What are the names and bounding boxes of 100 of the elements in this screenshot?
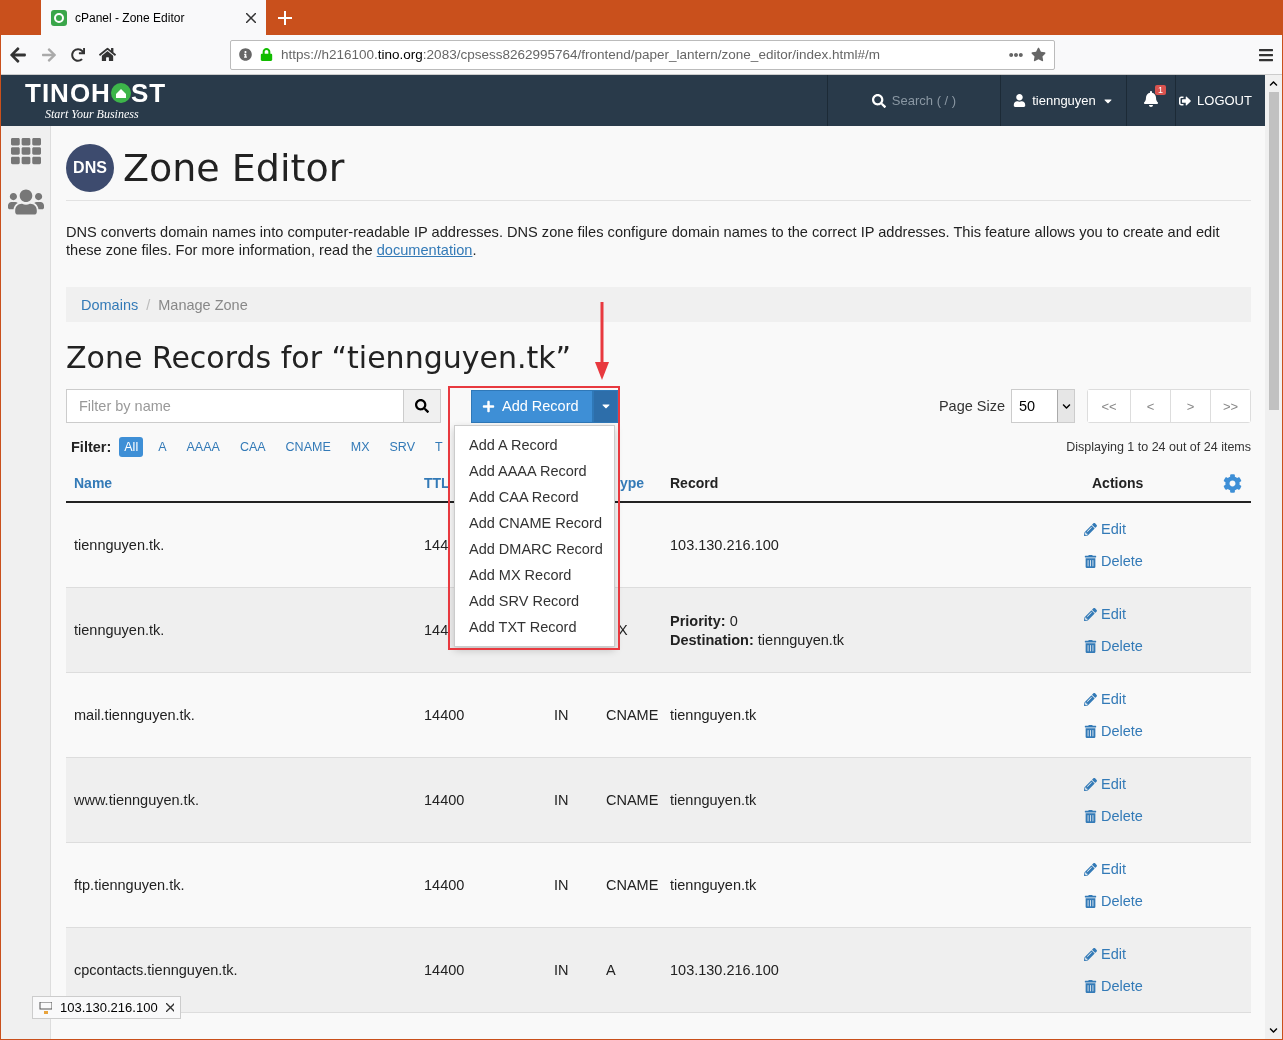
new-tab-icon[interactable] [278, 11, 292, 25]
menu-icon[interactable] [1258, 46, 1274, 63]
pager-button[interactable]: >> [1210, 390, 1250, 422]
edit-link[interactable]: Edit [1084, 691, 1126, 707]
edit-link[interactable]: Edit [1084, 776, 1126, 792]
column-header[interactable]: TTL [424, 475, 450, 491]
edit-link[interactable]: Edit [1084, 861, 1126, 877]
delete-link[interactable]: Delete [1084, 978, 1143, 994]
documentation-link[interactable]: documentation [376, 242, 473, 258]
table-cell: IN [554, 877, 569, 893]
scroll-up-icon[interactable] [1269, 79, 1278, 88]
column-header[interactable]: Name [74, 475, 113, 491]
status-text: 103.130.216.100 [60, 1000, 158, 1015]
pager-button[interactable]: << [1088, 390, 1130, 422]
plus-icon[interactable] [482, 399, 495, 413]
table-cell: 144 [424, 622, 449, 638]
menu-item[interactable]: Add CNAME Record [455, 509, 614, 536]
bell-icon[interactable] [1143, 91, 1159, 107]
filter-option[interactable]: All [119, 437, 144, 457]
delete-link[interactable]: Delete [1084, 638, 1143, 654]
user-menu[interactable]: tiennguyen [1032, 93, 1096, 108]
chevron-down-icon[interactable] [1061, 401, 1071, 411]
display-info: Displaying 1 to 24 out of 24 items [1066, 440, 1251, 454]
filter-option[interactable]: AAAA [181, 437, 225, 457]
table-cell: tiennguyen.tk. [74, 537, 165, 553]
notification-count: 1 [1155, 85, 1166, 95]
trash-icon[interactable] [1084, 554, 1097, 568]
menu-item[interactable]: Add MX Record [455, 561, 614, 588]
logout-link[interactable]: LOGOUT [1197, 93, 1252, 108]
filter-option[interactable]: SRV [384, 437, 420, 457]
search-button[interactable] [403, 389, 441, 423]
column-header[interactable]: ype [620, 475, 645, 491]
trash-icon[interactable] [1084, 979, 1097, 993]
address-bar[interactable]: https://h216100.tino.org:2083/cpsess8262995764/frontend/paper_lantern/zone_editor/index.html#/m [230, 39, 1055, 70]
table-cell-text: Priority: 0 [670, 612, 739, 629]
reload-icon[interactable] [71, 47, 85, 62]
apps-grid-icon[interactable] [10, 136, 41, 166]
menu-item[interactable]: Add SRV Record [455, 587, 614, 614]
filter-option[interactable]: A [153, 437, 172, 457]
back-icon[interactable] [9, 45, 27, 64]
close-icon[interactable] [165, 1003, 174, 1012]
filter-option[interactable]: T [430, 437, 448, 457]
info-icon[interactable] [239, 48, 252, 61]
dropdown-toggle[interactable] [593, 389, 618, 423]
filter-option[interactable]: MX [345, 437, 375, 457]
page-size-select[interactable]: 50 [1011, 389, 1075, 423]
pencil-icon[interactable] [1084, 522, 1097, 536]
edit-link[interactable]: Edit [1084, 606, 1126, 622]
menu-item[interactable]: Add CAA Record [455, 483, 614, 510]
search-field[interactable]: Search ( / ) [891, 93, 957, 108]
logout-icon[interactable] [1179, 94, 1192, 107]
scrollbar[interactable] [1265, 75, 1282, 1039]
pager-button[interactable]: > [1170, 390, 1210, 422]
delete-link[interactable]: Delete [1084, 723, 1143, 739]
filter-option[interactable]: CAA [234, 437, 271, 457]
house-icon [110, 83, 131, 103]
edit-link[interactable]: Edit [1084, 521, 1126, 537]
search-icon[interactable] [415, 399, 429, 413]
menu-item[interactable]: Add A Record [455, 431, 614, 458]
browser-tab[interactable]: cPanel - Zone Editor [41, 0, 266, 35]
pencil-icon[interactable] [1084, 862, 1097, 876]
trash-icon[interactable] [1084, 894, 1097, 908]
delete-link[interactable]: Delete [1084, 808, 1143, 824]
cpanel-icon [51, 9, 67, 26]
delete-link[interactable]: Delete [1084, 553, 1143, 569]
menu-item[interactable]: Add AAAA Record [455, 457, 614, 484]
home-icon[interactable] [99, 46, 116, 63]
page-size-label: Page Size [938, 398, 1005, 414]
trash-icon[interactable] [1084, 724, 1097, 738]
column-header: Record [670, 475, 719, 491]
pencil-icon[interactable] [1084, 947, 1097, 961]
filter-option[interactable]: CNAME [280, 437, 336, 457]
delete-link[interactable]: Delete [1084, 893, 1143, 909]
scrollbar-thumb[interactable] [1268, 92, 1279, 410]
menu-item[interactable]: Add TXT Record [455, 613, 614, 640]
edit-link[interactable]: Edit [1084, 946, 1126, 962]
table-cell: 144 [424, 537, 449, 553]
pencil-icon[interactable] [1084, 692, 1097, 706]
star-icon[interactable] [1031, 47, 1046, 62]
table-cell: 14400 [424, 877, 465, 893]
pencil-icon[interactable] [1084, 607, 1097, 621]
user-icon[interactable] [1013, 94, 1027, 107]
filter-field[interactable]: Filter by name [66, 389, 403, 423]
table-cell: 14400 [424, 792, 465, 808]
menu-item[interactable]: Add DMARC Record [455, 535, 614, 562]
table-cell: CNAME [606, 792, 659, 808]
settings-icon[interactable] [1223, 473, 1242, 493]
trash-icon[interactable] [1084, 809, 1097, 823]
add-record-button[interactable]: Add Record [471, 389, 593, 423]
pencil-icon[interactable] [1084, 777, 1097, 791]
scroll-down-icon[interactable] [1269, 1026, 1278, 1035]
trash-icon[interactable] [1084, 639, 1097, 653]
filter-label: Filter: [71, 439, 112, 455]
table-cell-text: 103.130.216.100 [670, 962, 780, 978]
breadcrumb-item[interactable]: Domains [81, 296, 139, 313]
search-icon[interactable] [871, 93, 886, 108]
close-icon[interactable] [246, 12, 256, 23]
network-icon [39, 1001, 52, 1014]
pager-button[interactable]: < [1130, 390, 1170, 422]
lock-icon [260, 48, 273, 61]
